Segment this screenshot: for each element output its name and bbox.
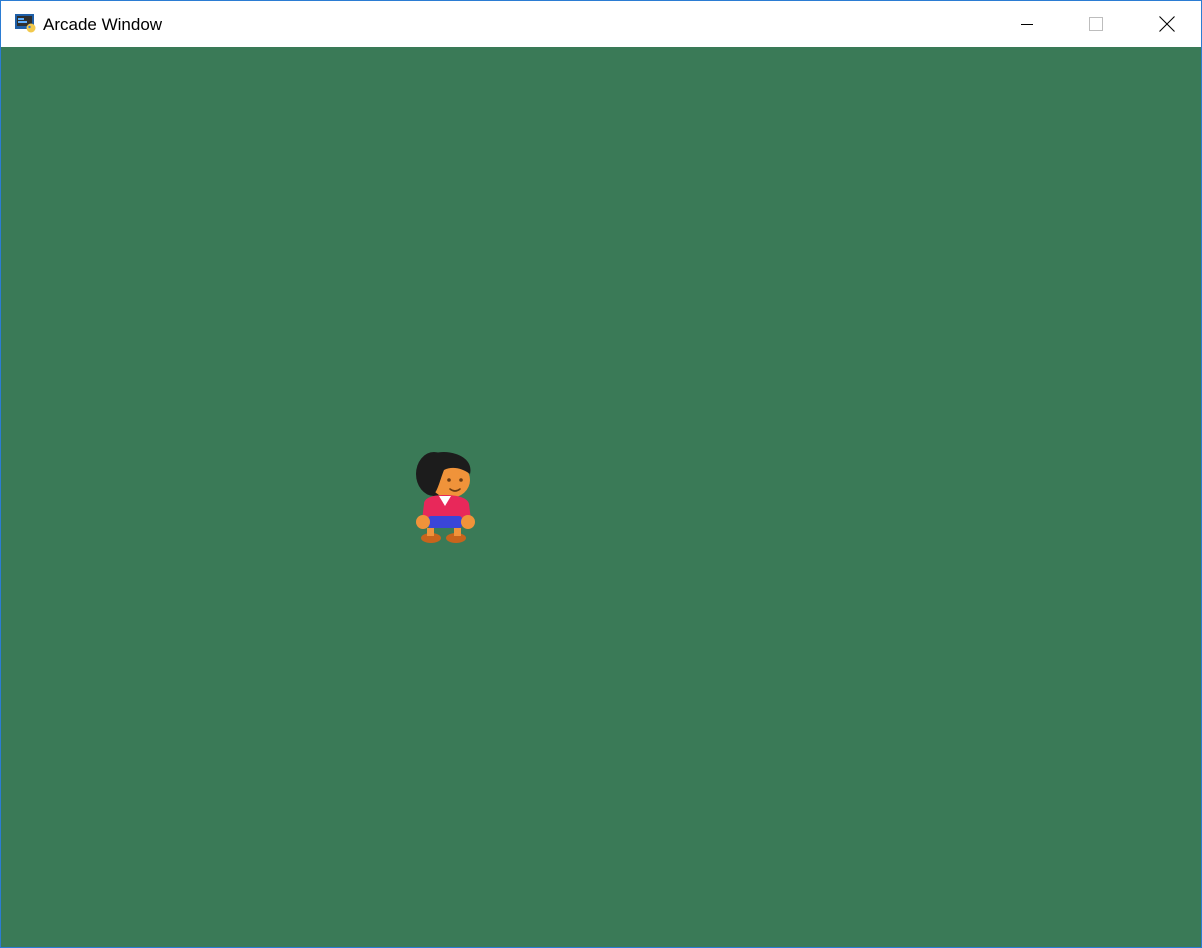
minimize-icon — [1021, 18, 1033, 30]
close-icon — [1159, 16, 1175, 32]
minimize-button[interactable] — [1004, 1, 1050, 47]
game-canvas[interactable] — [1, 47, 1201, 947]
title-bar[interactable]: Arcade Window — [1, 1, 1201, 47]
arcade-app-icon — [15, 14, 36, 33]
app-window: Arcade Window — [0, 0, 1202, 948]
player-character-sprite — [412, 450, 478, 547]
maximize-button[interactable] — [1073, 1, 1119, 47]
close-button[interactable] — [1144, 1, 1190, 47]
window-title: Arcade Window — [43, 15, 163, 34]
maximize-icon — [1089, 17, 1103, 31]
